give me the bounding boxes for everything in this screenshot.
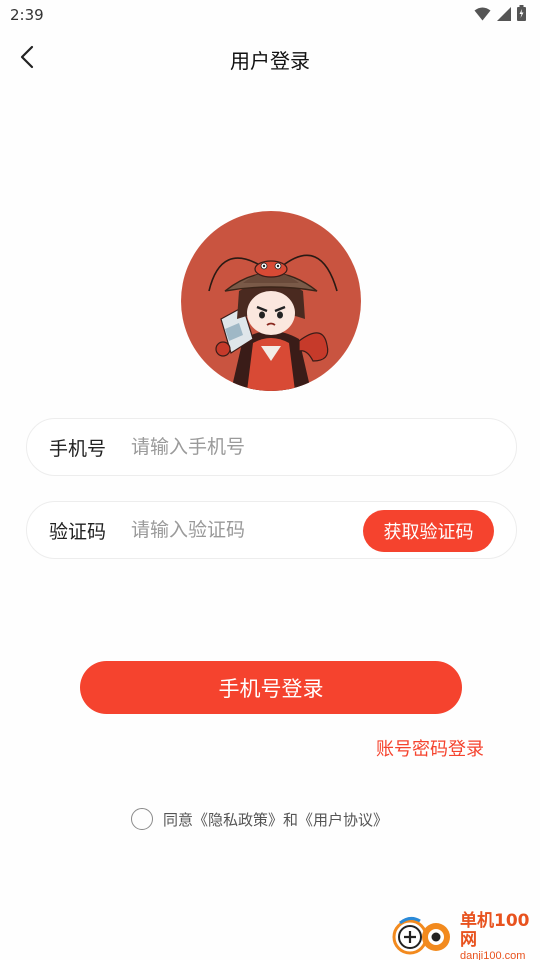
agreement-text[interactable]: 同意《隐私政策》和《用户协议》 [163,809,388,830]
status-bar: 2:39 [0,0,540,30]
app-bar: 用户登录 [0,30,540,88]
battery-icon [517,5,526,25]
status-time: 2:39 [10,6,44,24]
code-label: 验证码 [49,520,107,543]
wifi-icon [474,6,491,25]
watermark: 单机100网 danji100.com [390,912,540,960]
page-title: 用户登录 [230,48,310,73]
watermark-title: 单机100网 [460,911,530,950]
phone-login-button[interactable]: 手机号登录 [80,661,462,714]
status-icons [474,5,526,25]
phone-label: 手机号 [49,437,107,460]
code-input[interactable] [131,519,351,541]
agreement-checkbox[interactable] [131,808,153,830]
password-login-link[interactable]: 账号密码登录 [376,735,484,761]
phone-field: 手机号 [26,418,517,476]
watermark-text: 单机100网 danji100.com [460,912,540,960]
watermark-logo-icon [390,915,454,959]
agreement-row: 同意《隐私政策》和《用户协议》 [131,808,388,830]
signal-icon [497,6,511,25]
app-logo-avatar [181,211,361,391]
back-button[interactable] [12,44,42,74]
get-code-button[interactable]: 获取验证码 [363,510,494,552]
phone-input[interactable] [131,436,516,458]
watermark-url: danji100.com [460,949,526,960]
code-field: 验证码 获取验证码 [26,501,517,559]
chevron-left-icon [19,45,35,73]
